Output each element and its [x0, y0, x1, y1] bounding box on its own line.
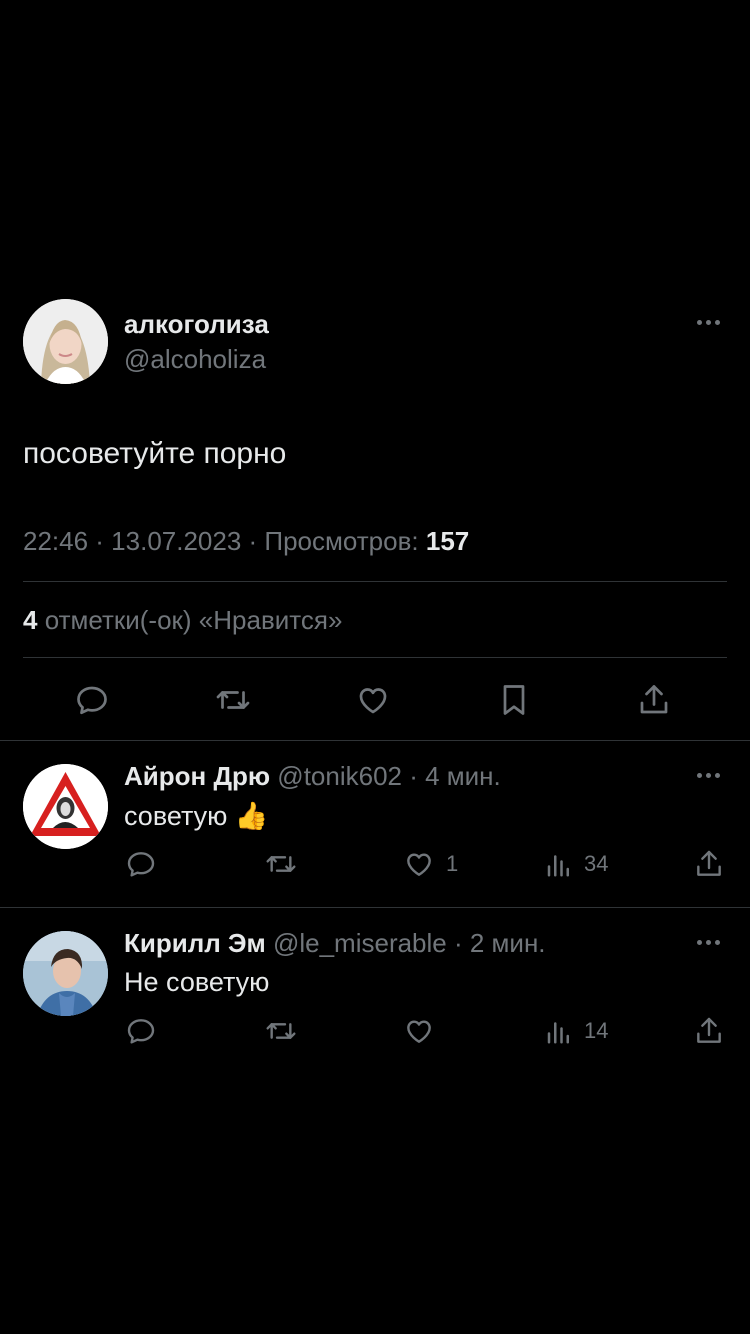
retweet-icon[interactable] [212, 682, 254, 718]
likes-count: 4 [23, 605, 38, 635]
views-button[interactable]: 34 [544, 848, 608, 880]
reply-icon[interactable] [124, 1015, 158, 1047]
share-icon[interactable] [693, 846, 725, 882]
views-button[interactable]: 14 [544, 1015, 608, 1047]
likes-summary[interactable]: 4 отметки(-ок) «Нравится» [23, 605, 342, 636]
view-count: 34 [584, 851, 609, 876]
avatar-alcoholiza[interactable] [23, 299, 108, 384]
reply-text: советую 👍 [124, 801, 269, 831]
share-icon[interactable] [636, 680, 672, 720]
more-icon[interactable] [697, 320, 720, 325]
reply-text: Не советую [124, 967, 270, 997]
tweet-meta: 22:46 · 13.07.2023 · Просмотров: 157 [23, 526, 469, 557]
likes-label: отметки(-ок) «Нравится» [44, 605, 343, 635]
more-icon[interactable] [697, 940, 720, 945]
share-icon[interactable] [693, 1013, 725, 1049]
views-icon [547, 855, 569, 877]
view-count: 14 [584, 1018, 609, 1043]
like-button[interactable]: 1 [402, 848, 458, 880]
like-button[interactable] [402, 1015, 446, 1047]
reply-1-header: Айрон Дрю @tonik602 · 4 мин. [124, 761, 501, 792]
author-name[interactable]: алкоголиза [124, 309, 269, 340]
like-icon [407, 1020, 431, 1043]
more-icon[interactable] [697, 773, 720, 778]
reply-icon[interactable] [124, 848, 158, 880]
author-handle[interactable]: @alcoholiza [124, 344, 266, 375]
reply-2-header: Кирилл Эм @le_miserable · 2 мин. [124, 928, 546, 959]
retweet-icon[interactable] [262, 848, 300, 880]
views-icon [547, 1022, 569, 1044]
view-count[interactable]: 157 [426, 526, 469, 556]
bookmark-icon[interactable] [496, 680, 532, 720]
reply-author-name[interactable]: Кирилл Эм [124, 928, 266, 958]
tweet-text: посоветуйте порно [23, 437, 287, 470]
like-icon[interactable] [354, 682, 392, 718]
divider [23, 657, 727, 658]
avatar-reply-2[interactable] [23, 931, 108, 1016]
divider [23, 581, 727, 582]
like-icon [407, 853, 431, 876]
reply-author-name[interactable]: Айрон Дрю [124, 761, 270, 791]
divider [0, 740, 750, 741]
divider [0, 907, 750, 908]
reply-handle-time[interactable]: @tonik602 · 4 мин. [277, 761, 500, 791]
like-count: 1 [446, 851, 459, 876]
tweet-timestamp: 22:46 · 13.07.2023 · Просмотров: [23, 526, 419, 556]
avatar-reply-1[interactable] [23, 764, 108, 849]
retweet-icon[interactable] [262, 1015, 300, 1047]
reply-handle-time[interactable]: @le_miserable · 2 мин. [273, 928, 546, 958]
reply-icon[interactable] [73, 682, 111, 718]
